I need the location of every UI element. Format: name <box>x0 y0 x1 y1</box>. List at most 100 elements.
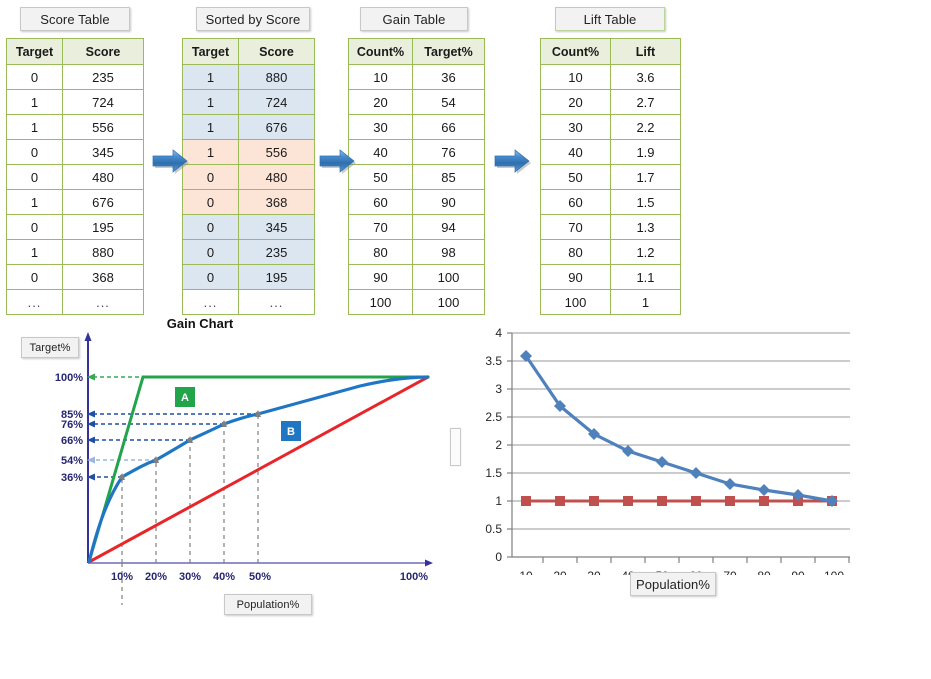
table-row: 20 2.7 <box>540 89 681 115</box>
lift-chart-y-ticklabels: 4 3.5 3 2.5 2 1.5 1 0.5 0 <box>485 326 502 564</box>
table-cell: 480 <box>238 164 315 190</box>
svg-text:10%: 10% <box>111 571 133 583</box>
gain-table-body: 10 36 20 54 30 66 40 76 50 85 60 90 70 94 80 98 90 100 100… <box>348 64 485 315</box>
lift-table-caption-label: Lift Table <box>583 11 637 27</box>
table-row: 10 36 <box>348 64 485 90</box>
table-row: 90 1.1 <box>540 264 681 290</box>
table-cell: 0 <box>182 214 239 240</box>
table-cell: 98 <box>412 239 485 265</box>
column-header: Score <box>238 38 315 65</box>
column-header: Count% <box>348 38 413 65</box>
column-header: Target% <box>412 38 485 65</box>
table-row: 40 1.9 <box>540 139 681 165</box>
table-cell: 1.7 <box>610 164 681 190</box>
lift-table-caption[interactable]: Lift Table <box>555 7 665 31</box>
table-row: 1 676 <box>6 189 144 215</box>
table-row: 80 1.2 <box>540 239 681 265</box>
column-header: Count% <box>540 38 611 65</box>
table-cell: 1 <box>182 89 239 115</box>
svg-text:66%: 66% <box>61 435 83 447</box>
table-row: 60 1.5 <box>540 189 681 215</box>
table-header-row: Target Score <box>6 38 144 65</box>
svg-text:2.5: 2.5 <box>485 410 502 424</box>
lift-chart-x-axis-label[interactable]: Population% <box>630 572 716 596</box>
svg-text:3.5: 3.5 <box>485 354 502 368</box>
table-cell: 60 <box>540 189 611 215</box>
svg-text:36%: 36% <box>61 472 83 484</box>
table-cell: 80 <box>348 239 413 265</box>
gain-chart-y-axis-label[interactable]: Target% <box>21 337 79 358</box>
table-header-row: Target Score <box>182 38 315 65</box>
table-cell: 1.3 <box>610 214 681 240</box>
sorted-by-score-caption-label: Sorted by Score <box>205 11 301 27</box>
table-cell: 2.2 <box>610 114 681 140</box>
table-cell: 36 <box>412 64 485 90</box>
table-cell: 10 <box>540 64 611 90</box>
flow-arrow-1 <box>149 145 195 175</box>
table-cell: 880 <box>238 64 315 90</box>
svg-text:100%: 100% <box>55 372 83 384</box>
gain-chart-series-random <box>88 375 429 564</box>
gain-chart-x-axis-label-text: Population% <box>236 598 300 611</box>
table-cell: 1 <box>610 289 681 315</box>
svg-text:90: 90 <box>791 569 805 575</box>
svg-text:1: 1 <box>495 494 502 508</box>
gain-table: Count% Target% 10 36 20 54 30 66 40 76 50 85 60 90 7… <box>348 38 485 315</box>
score-table: Target Score 0 235 1 724 1 556 0 345 0 480 1 676 0 19… <box>6 38 144 315</box>
score-table-caption-label: Score Table <box>40 11 110 27</box>
gain-chart-badge-a: A <box>175 387 195 407</box>
svg-text:1.5: 1.5 <box>485 466 502 480</box>
svg-text:54%: 54% <box>61 455 83 467</box>
gain-table-caption[interactable]: Gain Table <box>360 7 468 31</box>
table-cell: 10 <box>348 64 413 90</box>
lift-table-body: 10 3.6 20 2.7 30 2.2 40 1.9 50 1.7 60 1.5 70 1.3 80 1.2… <box>540 64 681 315</box>
table-row: 0 480 <box>6 164 144 190</box>
table-row: 0 345 <box>6 139 144 165</box>
gain-chart-badge-b: B <box>281 421 301 441</box>
table-cell: 235 <box>238 239 315 265</box>
table-row: 20 54 <box>348 89 485 115</box>
sorted-by-score-caption[interactable]: Sorted by Score <box>196 7 310 31</box>
table-cell: 1.9 <box>610 139 681 165</box>
table-cell: 1.5 <box>610 189 681 215</box>
table-row: 40 76 <box>348 139 485 165</box>
score-table-caption[interactable]: Score Table <box>20 7 130 31</box>
table-row: 0 368 <box>6 264 144 290</box>
table-cell: 54 <box>412 89 485 115</box>
table-row: 1 724 <box>182 89 315 115</box>
table-cell: 724 <box>62 89 144 115</box>
table-cell: 556 <box>62 114 144 140</box>
table-cell: 100 <box>412 264 485 290</box>
sorted-table-body: 1 880 1 724 1 676 1 556 0 480 0 368 0 345 0 235 0 195....… <box>182 64 315 315</box>
table-cell: 76 <box>412 139 485 165</box>
table-row: 60 90 <box>348 189 485 215</box>
table-row: 50 85 <box>348 164 485 190</box>
table-cell: 368 <box>238 189 315 215</box>
gain-chart-axes <box>84 332 433 567</box>
table-cell: 3.6 <box>610 64 681 90</box>
table-cell: 90 <box>348 264 413 290</box>
gain-table-caption-label: Gain Table <box>382 11 446 27</box>
table-row: 10 3.6 <box>540 64 681 90</box>
table-cell: 50 <box>540 164 611 190</box>
lift-chart-y-tickmarks <box>507 332 512 558</box>
table-row: 70 94 <box>348 214 485 240</box>
table-cell: 70 <box>540 214 611 240</box>
gain-chart-title: Gain Chart <box>167 316 234 331</box>
table-cell: 1 <box>6 239 63 265</box>
svg-text:0: 0 <box>495 550 502 564</box>
lift-chart-x-tickmarks <box>542 557 850 563</box>
table-cell: 195 <box>62 214 144 240</box>
table-cell: 0 <box>6 264 63 290</box>
table-cell: 235 <box>62 64 144 90</box>
table-cell: 0 <box>182 239 239 265</box>
table-cell: 556 <box>238 139 315 165</box>
lift-chart: 4 3.5 3 2.5 2 1.5 1 0.5 0 10 20 30 40 50… <box>460 315 880 575</box>
svg-text:10: 10 <box>519 569 533 575</box>
svg-text:20: 20 <box>553 569 567 575</box>
gain-chart-x-axis-label[interactable]: Population% <box>224 594 312 615</box>
table-row: 1 880 <box>6 239 144 265</box>
table-cell: 30 <box>348 114 413 140</box>
table-cell: 724 <box>238 89 315 115</box>
table-row: 0 195 <box>6 214 144 240</box>
